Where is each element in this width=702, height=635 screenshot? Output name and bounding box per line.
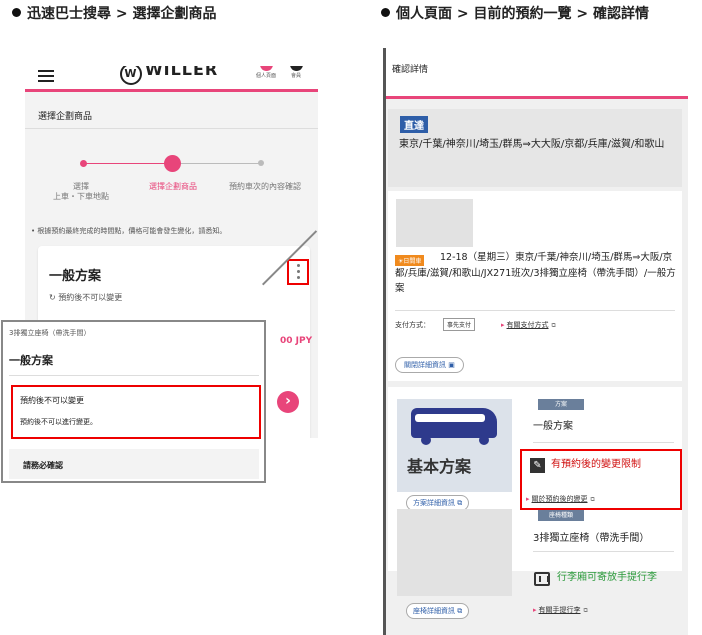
divider (533, 551, 674, 552)
divider (9, 375, 259, 376)
step-3-label: 預約車次的內容確認 (229, 182, 301, 191)
payment-chip: 事先支付 (443, 318, 476, 331)
seat-type-tag: 座椅種類 (538, 510, 584, 521)
external-link-icon: ⧉ (590, 496, 595, 503)
payment-label: 支付方式： (395, 321, 430, 329)
plan-value: 一般方案 (533, 421, 573, 432)
change-restriction-text: 有預約後的變更限制 (551, 459, 641, 470)
seat-detail-button[interactable]: 座椅詳細資訊 ⧉ (406, 603, 470, 619)
step-3-dot (258, 160, 264, 166)
progress-line-todo (173, 163, 261, 164)
luggage-icon (534, 572, 550, 586)
popup-seat-type: 3排獨立座椅（帶洗手間） (9, 329, 91, 337)
bullet-icon (12, 8, 21, 17)
step-1-label: 選擇 上車・下車地點 (53, 182, 109, 201)
terms-section[interactable]: 請務必確認 (9, 449, 259, 479)
member-button[interactable]: 會員 (283, 66, 309, 79)
divider (533, 442, 674, 443)
bus-icon (411, 408, 497, 438)
plan-name: 一般方案 (49, 269, 102, 284)
person-icon (259, 66, 273, 71)
basic-plan-image: 基本方案 (397, 399, 512, 492)
chevron-right-icon[interactable]: › (277, 391, 299, 413)
external-link-icon: ⧉ (551, 322, 556, 329)
price-notice: • 根據預約最終完成的時間點，價格可能會發生變化，請悉知。 (31, 227, 227, 235)
basic-plan-label: 基本方案 (407, 457, 472, 476)
payment-method-link[interactable]: 有關支付方式⧉ (501, 320, 556, 330)
plan-tag: 方案 (538, 399, 584, 410)
luggage-link[interactable]: 有關手提行李⧉ (533, 605, 588, 615)
route-summary: 直達 東京/千葉/神奈川/埼玉/群馬⇒大大阪/京都/兵庫/滋賀/和歌山 (388, 109, 682, 187)
seat-photo (397, 509, 512, 596)
daytime-badge: ☀日間車 (395, 255, 425, 266)
bus-photo (396, 199, 473, 247)
restriction-text: 預約後不可以進行變更。 (20, 418, 97, 426)
collapse-icon: ▣ (448, 361, 455, 369)
member-icon (289, 66, 303, 71)
app-header: W WILLER 個人頁面 會員 (25, 66, 318, 92)
section-gap (388, 381, 682, 387)
plan-restriction-summary: ↻ 預約後不可以變更 (49, 293, 123, 302)
pencil-icon: ✎ (530, 458, 545, 473)
page-title: 選擇企劃商品 (38, 112, 93, 122)
restriction-title: 預約後不可以變更 (20, 396, 84, 405)
divider (25, 128, 318, 129)
no-change-icon: ↻ (49, 293, 59, 302)
route-text: 東京/千葉/神奈川/埼玉/群馬⇒大大阪/京都/兵庫/滋賀/和歌山 (399, 139, 665, 150)
trip-info: 12-18（星期三）東京/千葉/神奈川/埼玉/群馬⇒大阪/京都/兵庫/滋賀/和歌… (395, 252, 676, 294)
close-details-button[interactable]: 關閉詳細資訊 ▣ (395, 357, 464, 373)
plan-price: 00 JPY (280, 336, 313, 346)
change-restriction-highlight: ✎ 有預約後的變更限制 關於預約後的變更⧉ (520, 449, 682, 510)
willer-logo[interactable]: W WILLER (120, 66, 218, 85)
terms-label: 請務必確認 (23, 461, 63, 470)
step-2-dot-active (164, 155, 181, 172)
right-caption: 個人頁面 > 目前的預約一覽 > 確認詳情 (381, 3, 649, 23)
change-policy-link[interactable]: 關於預約後的變更⧉ (526, 494, 595, 504)
external-link-icon: ⧉ (457, 499, 463, 507)
more-options-icon[interactable] (287, 259, 309, 285)
luggage-text: 行李廂可寄放手提行李 (557, 572, 657, 583)
direct-badge: 直達 (400, 116, 428, 133)
progress-line-done (83, 163, 173, 164)
left-caption: 迅速巴士搜尋 > 選擇企劃商品 (12, 3, 216, 23)
bullet-icon (381, 8, 390, 17)
hamburger-menu-icon[interactable] (38, 68, 54, 82)
profile-button[interactable]: 個人頁面 (253, 66, 279, 79)
external-link-icon: ⧉ (583, 607, 588, 614)
popup-plan-name: 一般方案 (9, 354, 53, 367)
divider (395, 310, 675, 311)
step-2-label: 選擇企劃商品 (149, 182, 197, 191)
popup-restriction-highlight: 預約後不可以變更 預約後不可以進行變更。 (11, 385, 261, 439)
page-title: 確認詳情 (392, 65, 429, 75)
step-1-dot (80, 160, 87, 167)
reservation-detail-screen: 確認詳情 直達 東京/千葉/神奈川/埼玉/群馬⇒大大阪/京都/兵庫/滋賀/和歌山… (383, 48, 688, 635)
plan-detail-popup: 3排獨立座椅（帶洗手間） 一般方案 預約後不可以變更 預約後不可以進行變更。 請… (1, 320, 266, 483)
external-link-icon: ⧉ (457, 607, 463, 615)
reservation-detail-card: 12-18（星期三）東京/千葉/神奈川/埼玉/群馬⇒大阪/京都/兵庫/滋賀/和歌… (388, 191, 682, 619)
seat-type-value: 3排獨立座椅（帶洗手間） (533, 533, 650, 544)
